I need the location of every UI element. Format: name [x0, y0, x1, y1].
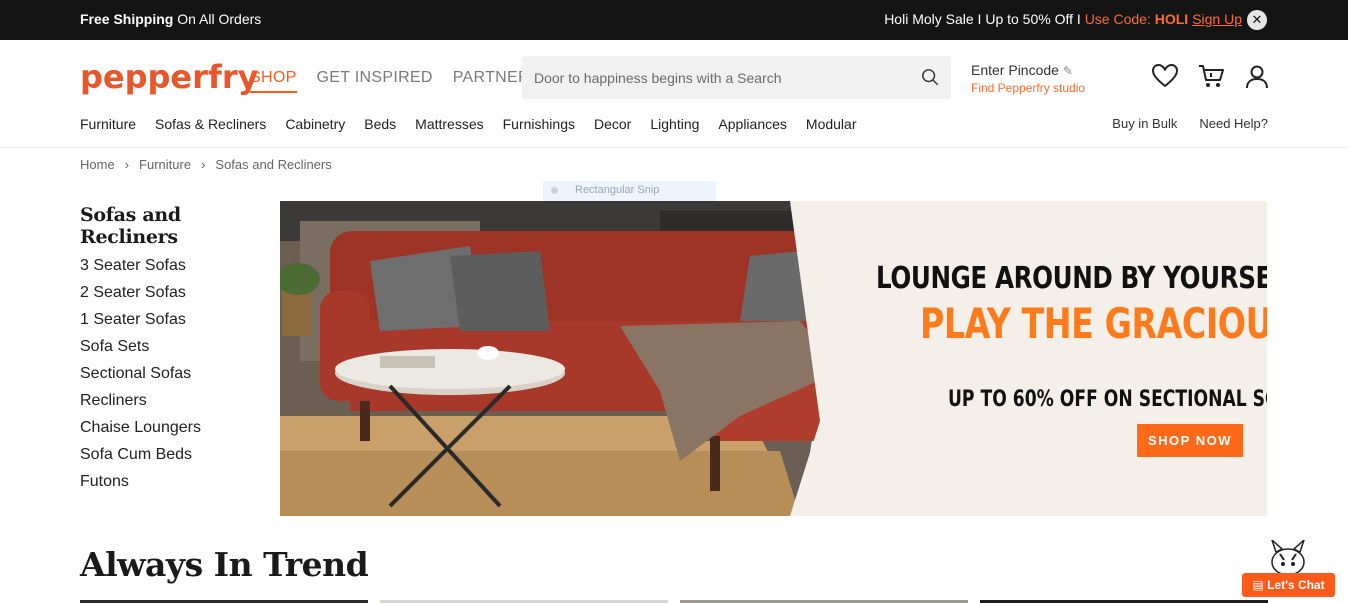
zebra-mascot-icon: [1271, 540, 1305, 576]
heart-icon[interactable]: [1151, 62, 1179, 90]
sidebar-item-1-seater[interactable]: 1 Seater Sofas: [80, 310, 270, 337]
sidebar-title: Sofas and Recliners: [80, 204, 181, 248]
find-studio-link[interactable]: Find Pepperfry studio: [971, 81, 1085, 95]
category-appliances[interactable]: Appliances: [718, 116, 787, 132]
free-shipping-bold: Free Shipping: [80, 11, 174, 27]
logo[interactable]: pepperfry: [80, 58, 258, 96]
category-modular[interactable]: Modular: [806, 116, 857, 132]
edit-icon: ✎: [1062, 64, 1073, 78]
promo-bar: Free Shipping On All Orders Holi Moly Sa…: [0, 0, 1348, 40]
breadcrumb-current: Sofas and Recliners: [215, 157, 332, 172]
category-nav: Furniture Sofas & Recliners Cabinetry Be…: [80, 116, 857, 132]
search-box: [522, 56, 951, 99]
sale-announcement: Holi Moly Sale I Up to 50% Off I Use Cod…: [884, 11, 1242, 27]
lets-chat-button[interactable]: ▤ Let's Chat: [1242, 573, 1335, 597]
category-beds[interactable]: Beds: [364, 116, 396, 132]
nav-shop[interactable]: SHOP: [250, 69, 297, 93]
breadcrumb: Home › Furniture › Sofas and Recliners: [80, 157, 332, 172]
category-furnishings[interactable]: Furnishings: [503, 116, 575, 132]
pincode-label-row: Enter Pincode ✎: [971, 62, 1085, 78]
banner-headline-2: PLAY THE GRACIOUS HOST: [920, 299, 1267, 348]
snip-dot-icon: [551, 187, 558, 194]
pincode-selector[interactable]: Enter Pincode ✎ Find Pepperfry studio: [971, 62, 1085, 95]
search-icon[interactable]: [921, 68, 939, 86]
category-decor[interactable]: Decor: [594, 116, 631, 132]
promo-code-value: HOLI: [1154, 11, 1189, 27]
need-help-link[interactable]: Need Help?: [1199, 116, 1268, 131]
main-nav: SHOP GET INSPIRED PARTNER: [250, 69, 530, 93]
signup-link[interactable]: Sign Up: [1192, 11, 1242, 27]
banner-offer-text: UP TO 60% OFF ON SECTIONAL SOFAS: [948, 387, 1267, 412]
free-shipping-text: Free Shipping On All Orders: [80, 11, 261, 27]
sidebar-item-recliners[interactable]: Recliners: [80, 391, 270, 418]
promo-banner[interactable]: LOUNGE AROUND BY YOURSELF OR PLAY THE GR…: [280, 201, 1267, 516]
breadcrumb-home[interactable]: Home: [80, 157, 115, 172]
sidebar-item-2-seater[interactable]: 2 Seater Sofas: [80, 283, 270, 310]
banner-headline-1: LOUNGE AROUND BY YOURSELF OR: [876, 261, 1267, 296]
site-header: pepperfry SHOP GET INSPIRED PARTNER Ente…: [0, 40, 1348, 148]
help-nav: Buy in Bulk Need Help?: [1112, 116, 1268, 131]
nav-partner[interactable]: PARTNER: [453, 69, 530, 93]
chevron-right-icon: ›: [124, 157, 130, 172]
banner-sofa-image: [280, 201, 1267, 516]
chevron-right-icon: ›: [201, 157, 206, 172]
sidebar-item-futons[interactable]: Futons: [80, 472, 270, 499]
promo-code: Use Code: HOLI: [1085, 11, 1189, 27]
promo-code-label: Use Code:: [1084, 11, 1155, 27]
free-shipping-rest: On All Orders: [173, 11, 262, 27]
category-lighting[interactable]: Lighting: [650, 116, 699, 132]
category-furniture[interactable]: Furniture: [80, 116, 136, 132]
sidebar-item-chaise[interactable]: Chaise Loungers: [80, 418, 270, 445]
sidebar-item-sofa-sets[interactable]: Sofa Sets: [80, 337, 270, 364]
category-sidebar: Sofas and Recliners 3 Seater Sofas 2 Sea…: [80, 204, 270, 499]
nav-get-inspired[interactable]: GET INSPIRED: [317, 69, 433, 93]
shop-now-button[interactable]: SHOP NOW: [1137, 424, 1243, 457]
category-sofas-recliners[interactable]: Sofas & Recliners: [155, 116, 266, 132]
cart-icon[interactable]: [1197, 62, 1225, 90]
user-icon[interactable]: [1243, 62, 1271, 90]
buy-in-bulk-link[interactable]: Buy in Bulk: [1112, 116, 1177, 131]
section-title: Always In Trend: [80, 545, 369, 584]
sidebar-list: 3 Seater Sofas 2 Seater Sofas 1 Seater S…: [80, 256, 270, 499]
chat-widget[interactable]: ▤ Let's Chat: [1242, 540, 1335, 597]
category-mattresses[interactable]: Mattresses: [415, 116, 483, 132]
close-icon[interactable]: ✕: [1247, 10, 1267, 30]
sale-text: Holi Moly Sale I Up to 50% Off I: [884, 11, 1085, 27]
snip-label: Rectangular Snip: [575, 184, 660, 196]
sidebar-item-sofa-cum-beds[interactable]: Sofa Cum Beds: [80, 445, 270, 472]
sidebar-item-3-seater[interactable]: 3 Seater Sofas: [80, 256, 270, 283]
category-cabinetry[interactable]: Cabinetry: [285, 116, 345, 132]
search-input[interactable]: [534, 67, 914, 89]
chat-bubble-icon: ▤: [1252, 578, 1264, 592]
lets-chat-label: Let's Chat: [1267, 578, 1325, 592]
pincode-label: Enter Pincode: [971, 62, 1059, 78]
snip-overlay: Rectangular Snip: [543, 181, 716, 201]
breadcrumb-furniture[interactable]: Furniture: [139, 157, 191, 172]
header-icons: [1151, 62, 1271, 90]
sidebar-item-sectional[interactable]: Sectional Sofas: [80, 364, 270, 391]
